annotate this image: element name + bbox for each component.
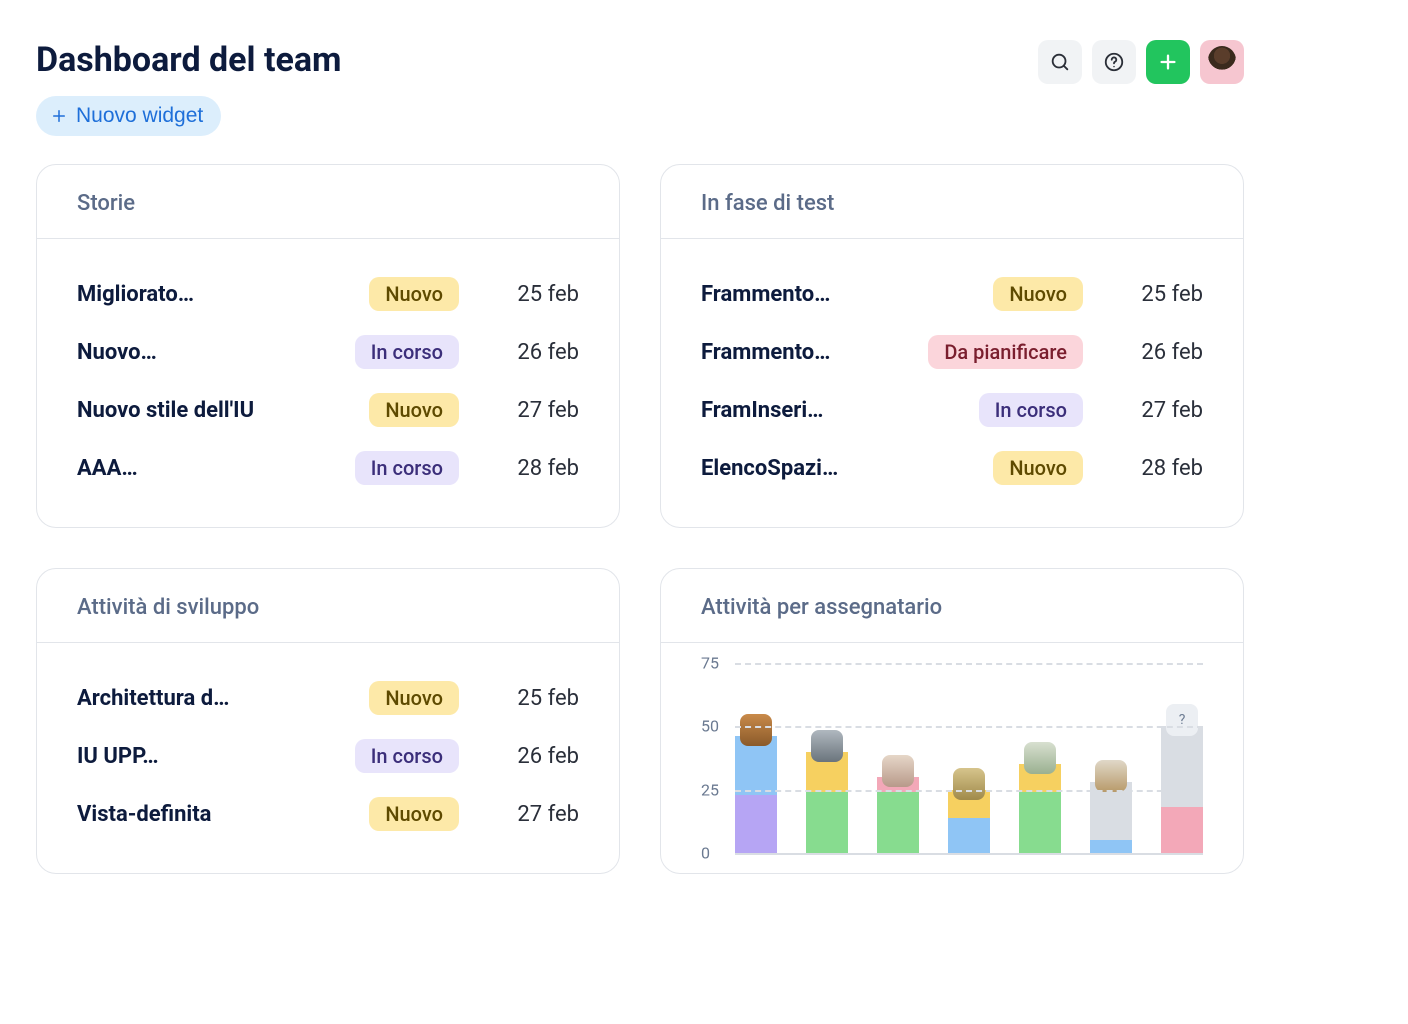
widget-title: Storie — [37, 165, 619, 239]
chart-bar-segment — [735, 795, 777, 853]
table-row[interactable]: IU UPP… In corso 26 feb — [77, 727, 579, 785]
row-date: 26 feb — [1103, 340, 1203, 365]
status-badge: In corso — [355, 335, 459, 369]
chart-y-tick: 25 — [701, 780, 719, 799]
row-name: Migliorato… — [77, 282, 349, 307]
row-date: 27 feb — [479, 398, 579, 423]
widget-dev: Attività di sviluppo Architettura d… Nuov… — [36, 568, 620, 874]
table-row[interactable]: Migliorato… Nuovo 25 feb — [77, 265, 579, 323]
status-badge: Nuovo — [369, 393, 459, 427]
chart-y-tick: 0 — [701, 844, 710, 863]
status-badge: Nuovo — [993, 451, 1083, 485]
row-date: 26 feb — [479, 340, 579, 365]
table-row[interactable]: FramInseri… In corso 27 feb — [701, 381, 1203, 439]
table-row[interactable]: Frammento… Da pianificare 26 feb — [701, 323, 1203, 381]
status-badge: In corso — [355, 451, 459, 485]
chart-y-tick: 50 — [701, 717, 719, 736]
row-date: 28 feb — [1103, 456, 1203, 481]
page-title: Dashboard del team — [36, 40, 342, 80]
assignee-avatar — [882, 755, 914, 787]
status-badge: Nuovo — [369, 277, 459, 311]
row-date: 27 feb — [1103, 398, 1203, 423]
status-badge: In corso — [979, 393, 1083, 427]
assignee-avatar — [811, 730, 843, 762]
table-row[interactable]: Frammento… Nuovo 25 feb — [701, 265, 1203, 323]
table-row[interactable]: Nuovo… In corso 26 feb — [77, 323, 579, 381]
row-date: 26 feb — [479, 744, 579, 769]
widget-test: In fase di test Frammento…Nuovo25 febFra… — [660, 164, 1244, 528]
chart-bar-segment — [1090, 840, 1132, 853]
widget-assignee-chart: Attività per assegnatario ? 0 25 50 75 — [660, 568, 1244, 874]
row-name: IU UPP… — [77, 744, 335, 769]
status-badge: Da pianificare — [928, 335, 1083, 369]
chart-bar-segment — [1161, 726, 1203, 807]
plus-icon — [50, 107, 68, 125]
table-row[interactable]: AAA… In corso 28 feb — [77, 439, 579, 497]
chart-y-tick: 75 — [701, 654, 719, 673]
status-badge: Nuovo — [369, 681, 459, 715]
help-button[interactable] — [1092, 40, 1136, 84]
chart-gridline — [735, 790, 1203, 792]
table-row[interactable]: Vista-definita Nuovo 27 feb — [77, 785, 579, 843]
chart-bar[interactable] — [1019, 764, 1061, 853]
unassigned-icon: ? — [1166, 704, 1198, 736]
row-name: Frammento… — [701, 340, 908, 365]
table-row[interactable]: Architettura d… Nuovo 25 feb — [77, 669, 579, 727]
row-name: Nuovo… — [77, 340, 335, 365]
table-row[interactable]: Nuovo stile dell'IU Nuovo 27 feb — [77, 381, 579, 439]
row-name: ElencoSpazi… — [701, 456, 973, 481]
row-date: 27 feb — [479, 802, 579, 827]
table-row[interactable]: ElencoSpazi… Nuovo 28 feb — [701, 439, 1203, 497]
status-badge: Nuovo — [993, 277, 1083, 311]
chart-bar-segment — [948, 818, 990, 853]
chart-gridline — [735, 853, 1203, 855]
widget-title: In fase di test — [661, 165, 1243, 239]
row-name: Frammento… — [701, 282, 973, 307]
chart-gridline — [735, 663, 1203, 665]
chart-bar[interactable] — [1090, 782, 1132, 853]
row-name: Architettura d… — [77, 686, 349, 711]
widget-title: Attività per assegnatario — [661, 569, 1243, 643]
chart-bar-segment — [877, 792, 919, 853]
assignee-avatar — [953, 768, 985, 800]
add-button[interactable] — [1146, 40, 1190, 84]
row-date: 25 feb — [479, 686, 579, 711]
plus-icon — [1157, 51, 1179, 73]
row-name: Vista-definita — [77, 802, 349, 827]
chart-bar-segment — [1161, 807, 1203, 853]
status-badge: In corso — [355, 739, 459, 773]
user-avatar[interactable] — [1200, 40, 1244, 84]
chart-bar-segment — [1019, 792, 1061, 853]
widget-title: Attività di sviluppo — [37, 569, 619, 643]
row-date: 25 feb — [479, 282, 579, 307]
row-name: FramInseri… — [701, 398, 959, 423]
new-widget-label: Nuovo widget — [76, 104, 203, 128]
new-widget-button[interactable]: Nuovo widget — [36, 96, 221, 136]
search-icon — [1049, 51, 1071, 73]
widget-storie: Storie Migliorato… Nuovo 25 feb Nuovo… In co… — [36, 164, 620, 528]
row-name: AAA… — [77, 456, 335, 481]
status-badge: Nuovo — [369, 797, 459, 831]
assignee-avatar — [740, 714, 772, 746]
help-icon — [1103, 51, 1125, 73]
chart-bar[interactable] — [948, 790, 990, 853]
chart-gridline — [735, 726, 1203, 728]
chart-bar[interactable] — [877, 777, 919, 853]
row-name: Nuovo stile dell'IU — [77, 398, 349, 423]
row-date: 25 feb — [1103, 282, 1203, 307]
chart-bar[interactable] — [735, 736, 777, 853]
chart-bar-segment — [806, 792, 848, 853]
chart-bar[interactable] — [806, 752, 848, 853]
assignee-avatar — [1095, 760, 1127, 792]
assignee-avatar — [1024, 742, 1056, 774]
row-date: 28 feb — [479, 456, 579, 481]
search-button[interactable] — [1038, 40, 1082, 84]
